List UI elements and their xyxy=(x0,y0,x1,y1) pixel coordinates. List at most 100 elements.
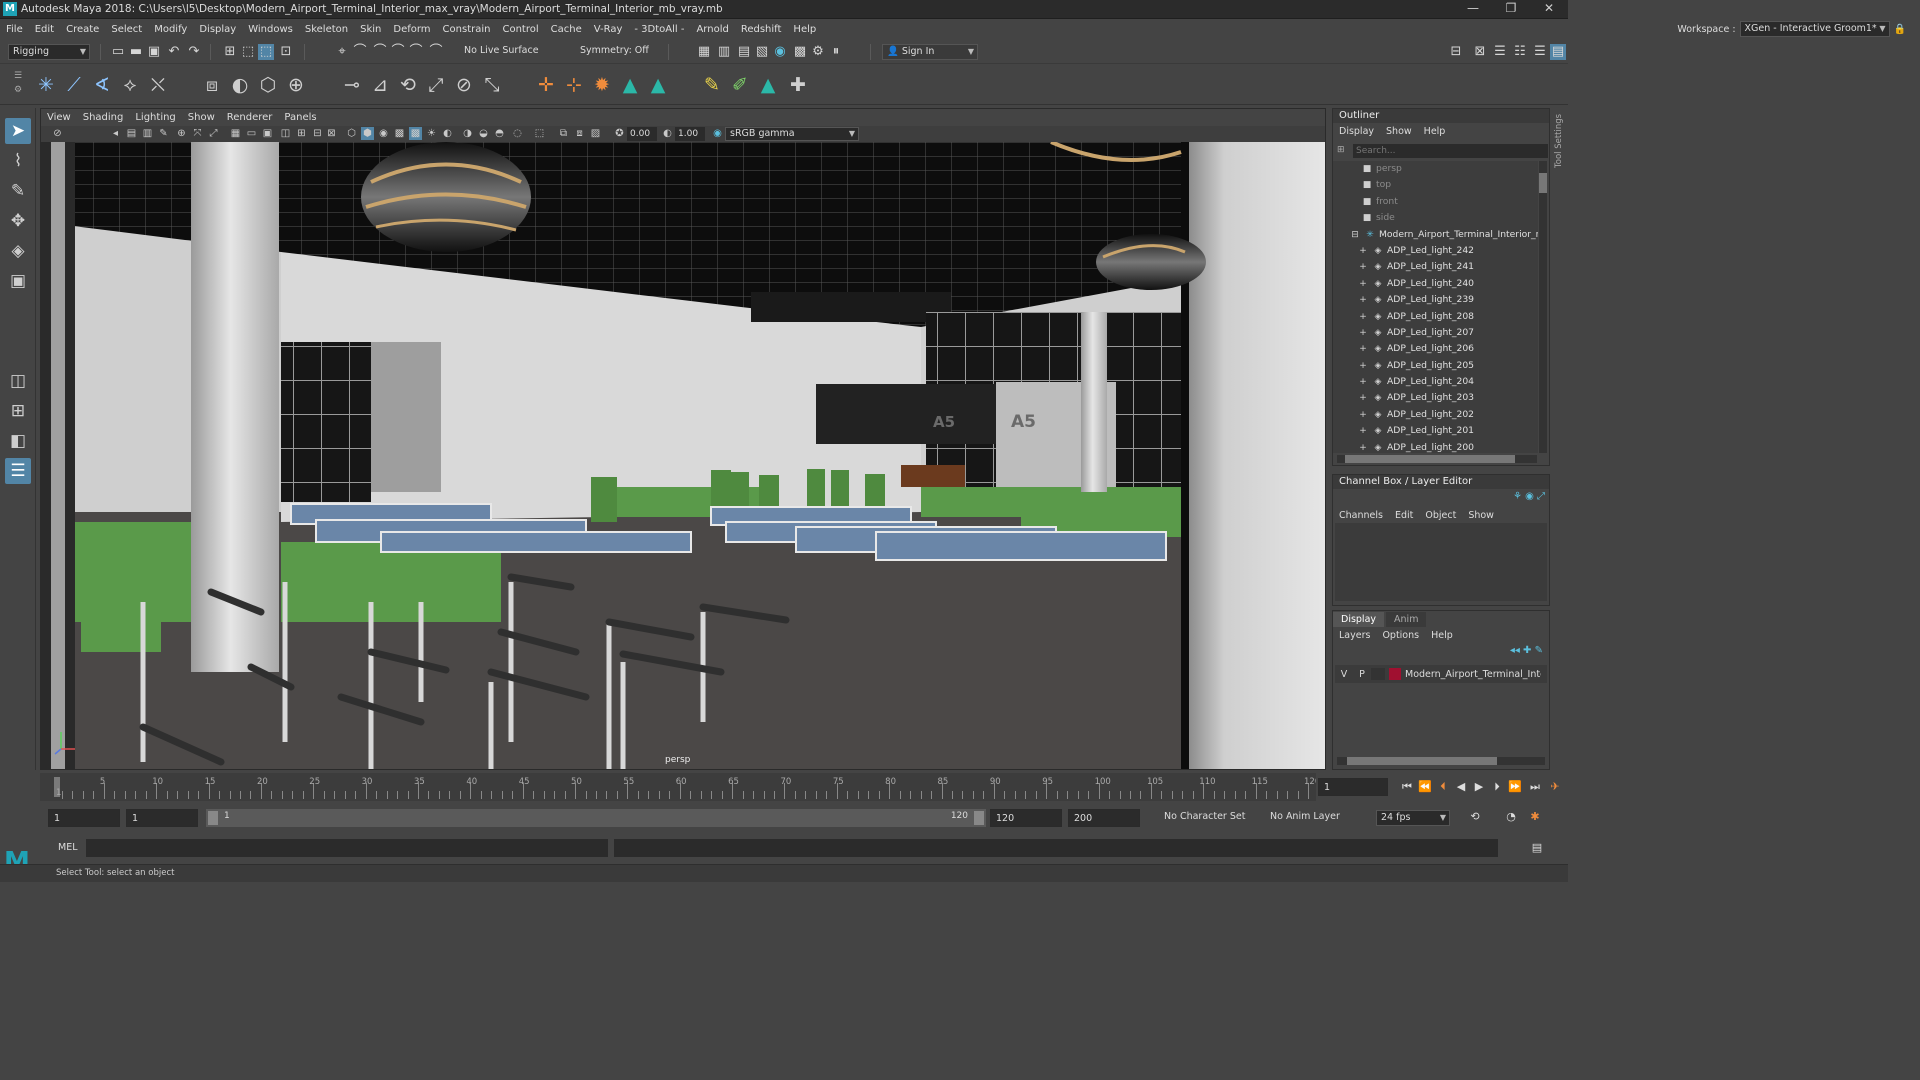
paint-select-icon[interactable]: ✎ xyxy=(5,178,31,204)
select-tool-icon[interactable]: ➤ xyxy=(5,118,31,144)
point-constraint-icon[interactable]: ⊿ xyxy=(368,73,392,97)
vray-render-icon[interactable]: ⚙ xyxy=(810,44,826,60)
bind-skin-icon[interactable]: ⟡ xyxy=(118,73,142,97)
camera-move-icon[interactable]: ⊕ xyxy=(175,127,188,140)
humanik-icon[interactable]: ⛌ xyxy=(146,73,170,97)
layer-color-swatch[interactable] xyxy=(1389,668,1401,680)
filter-icon[interactable]: ⊞ xyxy=(1337,145,1349,157)
snap-options-icon[interactable]: ⌒ xyxy=(428,44,444,60)
select-hierarchy-icon[interactable]: ⊞ xyxy=(222,44,238,60)
attribute-editor-icon[interactable]: ☰ xyxy=(1492,44,1508,60)
menu-skeleton[interactable]: Skeleton xyxy=(299,24,354,35)
outliner-toggle-icon[interactable]: ▤ xyxy=(1550,44,1566,60)
wireframe-on-shaded-icon[interactable]: ◉ xyxy=(377,127,390,140)
modeling-toolkit-icon[interactable]: ⊟ xyxy=(1448,44,1464,60)
list-item[interactable]: + ◈ ADP_Led_light_240 xyxy=(1333,276,1538,292)
expand-icon[interactable]: + xyxy=(1357,243,1369,259)
step-back-key-icon[interactable]: ⏪ xyxy=(1418,780,1432,794)
safe-title-icon[interactable]: ⊠ xyxy=(325,127,338,140)
maximize-button[interactable]: ❐ xyxy=(1492,0,1530,19)
list-item[interactable]: + ◈ ADP_Led_light_201 xyxy=(1333,423,1538,439)
playback-end-field[interactable]: 120 xyxy=(990,809,1062,827)
outliner-layout-icon[interactable]: ☰ xyxy=(5,458,31,484)
scale-tool-icon[interactable]: ▣ xyxy=(5,268,31,294)
expand-icon[interactable]: + xyxy=(1357,341,1369,357)
step-forward-frame-icon[interactable]: ⏵ xyxy=(1490,780,1504,794)
channel-box-toggle-icon[interactable]: ☰ xyxy=(1532,44,1548,60)
script-editor-icon[interactable]: ▤ xyxy=(1530,841,1544,855)
expand-icon[interactable]: + xyxy=(1357,325,1369,341)
paint-skin-icon[interactable]: ✎ xyxy=(700,73,724,97)
list-item[interactable]: + ◈ ADP_Led_light_203 xyxy=(1333,390,1538,406)
vp-menu-shading[interactable]: Shading xyxy=(77,112,130,123)
layer-menu-help[interactable]: Help xyxy=(1425,630,1459,641)
motion-trail-icon[interactable]: ✹ xyxy=(590,73,614,97)
gamma-field[interactable]: 1.00 xyxy=(675,127,705,141)
pin-icon[interactable]: ✚ xyxy=(786,73,810,97)
range-end-handle[interactable] xyxy=(974,811,984,825)
vp-menu-show[interactable]: Show xyxy=(182,112,221,123)
expand-icon[interactable]: + xyxy=(1357,292,1369,308)
character-set-dropdown[interactable]: No Character Set xyxy=(1160,810,1256,826)
backface-icon[interactable]: ▨ xyxy=(589,127,602,140)
bookmark-icon[interactable]: ◂ xyxy=(109,127,122,140)
parent-constraint-icon[interactable]: ⊸ xyxy=(340,73,364,97)
exposure-field[interactable]: 0.00 xyxy=(627,127,657,141)
list-item[interactable]: + ◈ ADP_Led_light_208 xyxy=(1333,309,1538,325)
outliner-horizontal-scrollbar[interactable] xyxy=(1337,455,1537,463)
channel-menu-show[interactable]: Show xyxy=(1462,510,1500,521)
expand-icon[interactable]: + xyxy=(1357,309,1369,325)
anim-preferences-icon[interactable]: ✱ xyxy=(1528,810,1542,824)
script-language-toggle[interactable]: MEL xyxy=(58,842,78,853)
colorspace-dropdown[interactable]: sRGB gamma ▼ xyxy=(725,127,859,141)
outliner-menu-help[interactable]: Help xyxy=(1418,126,1452,137)
film-gate-icon[interactable]: ▭ xyxy=(245,127,258,140)
ambient-occlusion-icon[interactable]: ◐ xyxy=(441,127,454,140)
menuset-dropdown[interactable]: Rigging ▼ xyxy=(8,44,90,60)
single-view-icon[interactable]: ◫ xyxy=(5,368,31,394)
vray-icon-c[interactable]: ▲ xyxy=(756,73,780,97)
render-frame-icon[interactable]: ▥ xyxy=(716,44,732,60)
time-slider[interactable]: 1 5 10 15 20 25 30 35 40 45 50 55 60 65 70 75 80 85 90 95 1… xyxy=(40,773,1320,801)
outliner-vertical-scrollbar[interactable] xyxy=(1539,161,1547,453)
expand-icon[interactable]: + xyxy=(1357,276,1369,292)
shadows-icon[interactable]: ☀ xyxy=(425,127,438,140)
pole-vector-icon[interactable]: ⤡ xyxy=(480,73,504,97)
go-to-end-icon[interactable]: ⏭ xyxy=(1528,780,1542,794)
outliner-menu-display[interactable]: Display xyxy=(1333,126,1380,137)
list-item[interactable]: ■ persp xyxy=(1333,161,1538,177)
menu-file[interactable]: File xyxy=(0,24,29,35)
isolate-select-icon[interactable]: ◌ xyxy=(511,127,524,140)
vray-icon-b[interactable]: ▲ xyxy=(646,73,670,97)
list-item[interactable]: + ◈ ADP_Led_light_202 xyxy=(1333,407,1538,423)
expand-icon[interactable]: + xyxy=(1357,259,1369,275)
ik-handle-icon[interactable]: ⟋ xyxy=(62,73,86,97)
grid-icon[interactable]: ▦ xyxy=(229,127,242,140)
play-forward-icon[interactable]: ▶ xyxy=(1472,780,1486,794)
menu-help[interactable]: Help xyxy=(787,24,822,35)
xray-components-icon[interactable]: ⧈ xyxy=(573,127,586,140)
command-input[interactable] xyxy=(86,839,608,857)
collapse-icon[interactable]: ⊟ xyxy=(1349,227,1361,243)
channel-menu-edit[interactable]: Edit xyxy=(1389,510,1419,521)
menu-vray[interactable]: V-Ray xyxy=(588,24,629,35)
skin-weights-icon[interactable]: ⧈ xyxy=(200,73,224,97)
play-backward-icon[interactable]: ◀ xyxy=(1454,780,1468,794)
tool-settings-tab[interactable]: Tool Settings xyxy=(1552,108,1568,308)
snap-view-icon[interactable]: ⌒ xyxy=(390,44,406,60)
layer-visibility-toggle[interactable]: V xyxy=(1335,669,1353,680)
expand-icon[interactable]: + xyxy=(1357,407,1369,423)
vp-menu-lighting[interactable]: Lighting xyxy=(129,112,181,123)
field-chart-icon[interactable]: ⊞ xyxy=(295,127,308,140)
cluster-icon[interactable]: ⊕ xyxy=(284,73,308,97)
lasso-icon[interactable]: ⊡ xyxy=(278,44,294,60)
gate-mask-icon[interactable]: ◫ xyxy=(279,127,292,140)
menu-windows[interactable]: Windows xyxy=(242,24,299,35)
minimize-button[interactable]: — xyxy=(1454,0,1492,19)
color-management-icon[interactable]: ◉ xyxy=(711,127,724,140)
scrollbar-thumb[interactable] xyxy=(1539,173,1547,193)
pause-render-icon[interactable]: ⏸ xyxy=(828,44,844,60)
ipr-render-icon[interactable]: ▤ xyxy=(736,44,752,60)
camera-attributes-icon[interactable]: ⊘ xyxy=(51,127,64,140)
current-frame-field[interactable]: 1 xyxy=(1318,778,1388,796)
